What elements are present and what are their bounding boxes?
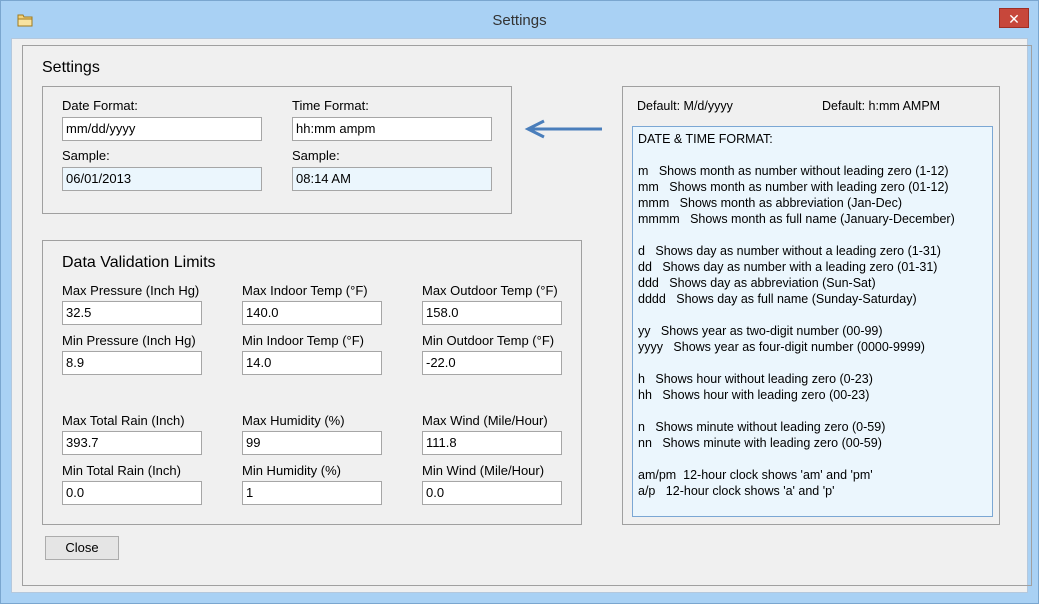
help-line: m Shows month as number without leading … — [638, 164, 949, 178]
help-line: dddd Shows day as full name (Sunday-Satu… — [638, 292, 917, 306]
help-line: mmm Shows month as abbreviation (Jan-Dec… — [638, 196, 902, 210]
settings-heading: Settings — [42, 59, 100, 76]
settings-window: Settings ✕ Settings Date Format: mm/dd/y… — [0, 0, 1039, 604]
help-line: yy Shows year as two-digit number (00-99… — [638, 324, 883, 338]
min-wind-label: Min Wind (Mile/Hour) — [422, 463, 545, 478]
max-indoor-temp-label: Max Indoor Temp (°F) — [242, 283, 368, 298]
min-total-rain-input[interactable]: 0.0 — [62, 481, 202, 505]
help-line: n Shows minute without leading zero (0-5… — [638, 420, 886, 434]
format-help-text: DATE & TIME FORMAT: m Shows month as numb… — [632, 126, 993, 517]
min-total-rain-label: Min Total Rain (Inch) — [62, 463, 181, 478]
help-line: h Shows hour without leading zero (0-23) — [638, 372, 873, 386]
close-icon: ✕ — [1008, 11, 1020, 27]
help-line: am/pm 12-hour clock shows 'am' and 'pm' — [638, 468, 873, 482]
date-sample-field: 06/01/2013 — [62, 167, 262, 191]
window-close-button[interactable]: ✕ — [999, 8, 1029, 28]
help-line: DATE & TIME FORMAT: — [638, 132, 773, 146]
time-format-label: Time Format: — [292, 98, 369, 113]
max-outdoor-temp-label: Max Outdoor Temp (°F) — [422, 283, 558, 298]
max-pressure-label: Max Pressure (Inch Hg) — [62, 283, 200, 298]
time-sample-label: Sample: — [292, 148, 340, 163]
help-line — [638, 307, 992, 323]
help-line: dd Shows day as number with a leading ze… — [638, 260, 938, 274]
min-indoor-temp-input[interactable]: 14.0 — [242, 351, 382, 375]
default-time-label: Default: h:mm AMPM — [822, 99, 941, 113]
help-line: mm Shows month as number with leading ze… — [638, 180, 949, 194]
max-total-rain-label: Max Total Rain (Inch) — [62, 413, 185, 428]
time-sample-field: 08:14 AM — [292, 167, 492, 191]
default-date-label: Default: M/d/yyyy — [637, 99, 733, 113]
date-format-label: Date Format: — [62, 98, 138, 113]
date-format-input[interactable]: mm/dd/yyyy — [62, 117, 262, 141]
max-humidity-label: Max Humidity (%) — [242, 413, 345, 428]
validation-heading: Data Validation Limits — [62, 254, 216, 271]
max-pressure-input[interactable]: 32.5 — [62, 301, 202, 325]
help-line — [638, 355, 992, 371]
help-lines: DATE & TIME FORMAT: m Shows month as numb… — [638, 131, 992, 499]
help-line: a/p 12-hour clock shows 'a' and 'p' — [638, 484, 835, 498]
min-pressure-label: Min Pressure (Inch Hg) — [62, 333, 196, 348]
help-line: hh Shows hour with leading zero (00-23) — [638, 388, 870, 402]
date-sample-label: Sample: — [62, 148, 110, 163]
min-wind-input[interactable]: 0.0 — [422, 481, 562, 505]
window-title: Settings — [492, 12, 547, 29]
client-area: Settings Date Format: mm/dd/yyyy Sample:… — [11, 38, 1032, 593]
help-line — [638, 451, 992, 467]
help-line — [638, 147, 992, 163]
help-line: ddd Shows day as abbreviation (Sun-Sat) — [638, 276, 876, 290]
max-wind-input[interactable]: 111.8 — [422, 431, 562, 455]
max-humidity-input[interactable]: 99 — [242, 431, 382, 455]
max-wind-label: Max Wind (Mile/Hour) — [422, 413, 548, 428]
time-format-input[interactable]: hh:mm ampm — [292, 117, 492, 141]
date-time-group: Date Format: mm/dd/yyyy Sample: 06/01/20… — [42, 86, 512, 214]
max-indoor-temp-input[interactable]: 140.0 — [242, 301, 382, 325]
help-line — [638, 227, 992, 243]
help-line: d Shows day as number without a leading … — [638, 244, 941, 258]
help-line — [638, 403, 992, 419]
help-line: yyyy Shows year as four-digit number (00… — [638, 340, 925, 354]
help-line: nn Shows minute with leading zero (00-59… — [638, 436, 882, 450]
close-button[interactable]: Close — [45, 536, 119, 560]
min-humidity-input[interactable]: 1 — [242, 481, 382, 505]
min-outdoor-temp-input[interactable]: -22.0 — [422, 351, 562, 375]
title-bar[interactable]: Settings ✕ — [1, 1, 1038, 39]
validation-group: Data Validation Limits Max Pressure (Inc… — [42, 240, 582, 525]
max-outdoor-temp-input[interactable]: 158.0 — [422, 301, 562, 325]
left-arrow-icon — [524, 119, 602, 139]
min-pressure-input[interactable]: 8.9 — [62, 351, 202, 375]
min-outdoor-temp-label: Min Outdoor Temp (°F) — [422, 333, 555, 348]
min-humidity-label: Min Humidity (%) — [242, 463, 341, 478]
max-total-rain-input[interactable]: 393.7 — [62, 431, 202, 455]
format-help-group: Default: M/d/yyyy Default: h:mm AMPM DAT… — [622, 86, 1000, 525]
help-line: mmmm Shows month as full name (January-D… — [638, 212, 955, 226]
min-indoor-temp-label: Min Indoor Temp (°F) — [242, 333, 364, 348]
